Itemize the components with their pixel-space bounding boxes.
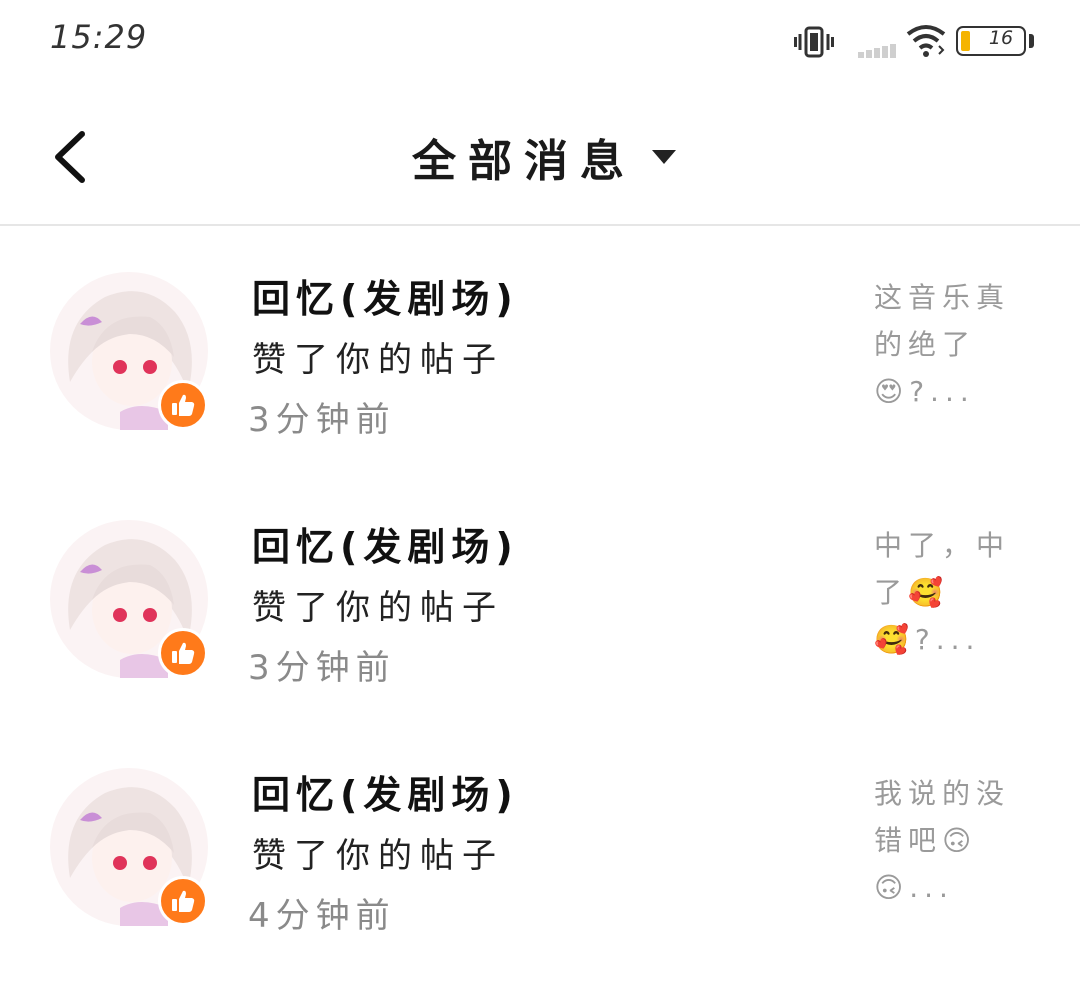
message-time: 3分钟前 <box>248 400 396 440</box>
top-app-bar: 全部消息 <box>0 84 1080 226</box>
message-action: 赞了你的帖子 <box>252 836 504 876</box>
message-item[interactable]: 回忆(发剧场) 赞了你的帖子 4分钟前 我说的没错吧🙃🙃... <box>0 724 1080 972</box>
battery-level: 16 <box>988 27 1014 49</box>
chevron-left-icon <box>55 131 85 183</box>
message-time: 4分钟前 <box>248 896 396 936</box>
sender-name[interactable]: 回忆(发剧场) <box>252 764 519 819</box>
status-time: 15:29 <box>50 18 148 56</box>
battery-icon: 16 <box>956 26 1026 56</box>
post-preview[interactable]: 这音乐真的绝了😍?... <box>874 274 1034 415</box>
triangle-down-icon <box>652 150 676 164</box>
wifi-icon <box>906 25 946 57</box>
back-button[interactable] <box>40 122 100 192</box>
sender-name[interactable]: 回忆(发剧场) <box>252 516 519 571</box>
vibrate-icon <box>794 26 834 58</box>
thumbs-up-icon <box>172 642 195 664</box>
signal-icon <box>858 44 896 58</box>
message-action: 赞了你的帖子 <box>252 588 504 628</box>
post-preview[interactable]: 我说的没错吧🙃🙃... <box>874 770 1034 911</box>
message-action: 赞了你的帖子 <box>252 340 504 380</box>
page-title: 全部消息 <box>412 136 636 187</box>
thumbs-up-icon <box>172 890 195 912</box>
battery-level-fill <box>961 31 970 51</box>
message-item[interactable]: 回忆(发剧场) 赞了你的帖子 3分钟前 中了，中了🥰🥰?... <box>0 476 1080 724</box>
thumbs-up-icon <box>172 394 195 416</box>
post-preview[interactable]: 中了，中了🥰🥰?... <box>874 522 1034 663</box>
status-bar: 15:29 16 <box>0 0 1080 84</box>
message-filter-dropdown[interactable]: 全部消息 <box>380 122 710 192</box>
message-time: 3分钟前 <box>248 648 396 688</box>
battery-terminal <box>1029 34 1034 48</box>
message-list: 回忆(发剧场) 赞了你的帖子 3分钟前 这音乐真的绝了😍?... 回忆(发剧场)… <box>0 228 1080 972</box>
like-badge <box>158 876 208 926</box>
like-badge <box>158 380 208 430</box>
message-item[interactable]: 回忆(发剧场) 赞了你的帖子 3分钟前 这音乐真的绝了😍?... <box>0 228 1080 476</box>
sender-name[interactable]: 回忆(发剧场) <box>252 268 519 323</box>
like-badge <box>158 628 208 678</box>
